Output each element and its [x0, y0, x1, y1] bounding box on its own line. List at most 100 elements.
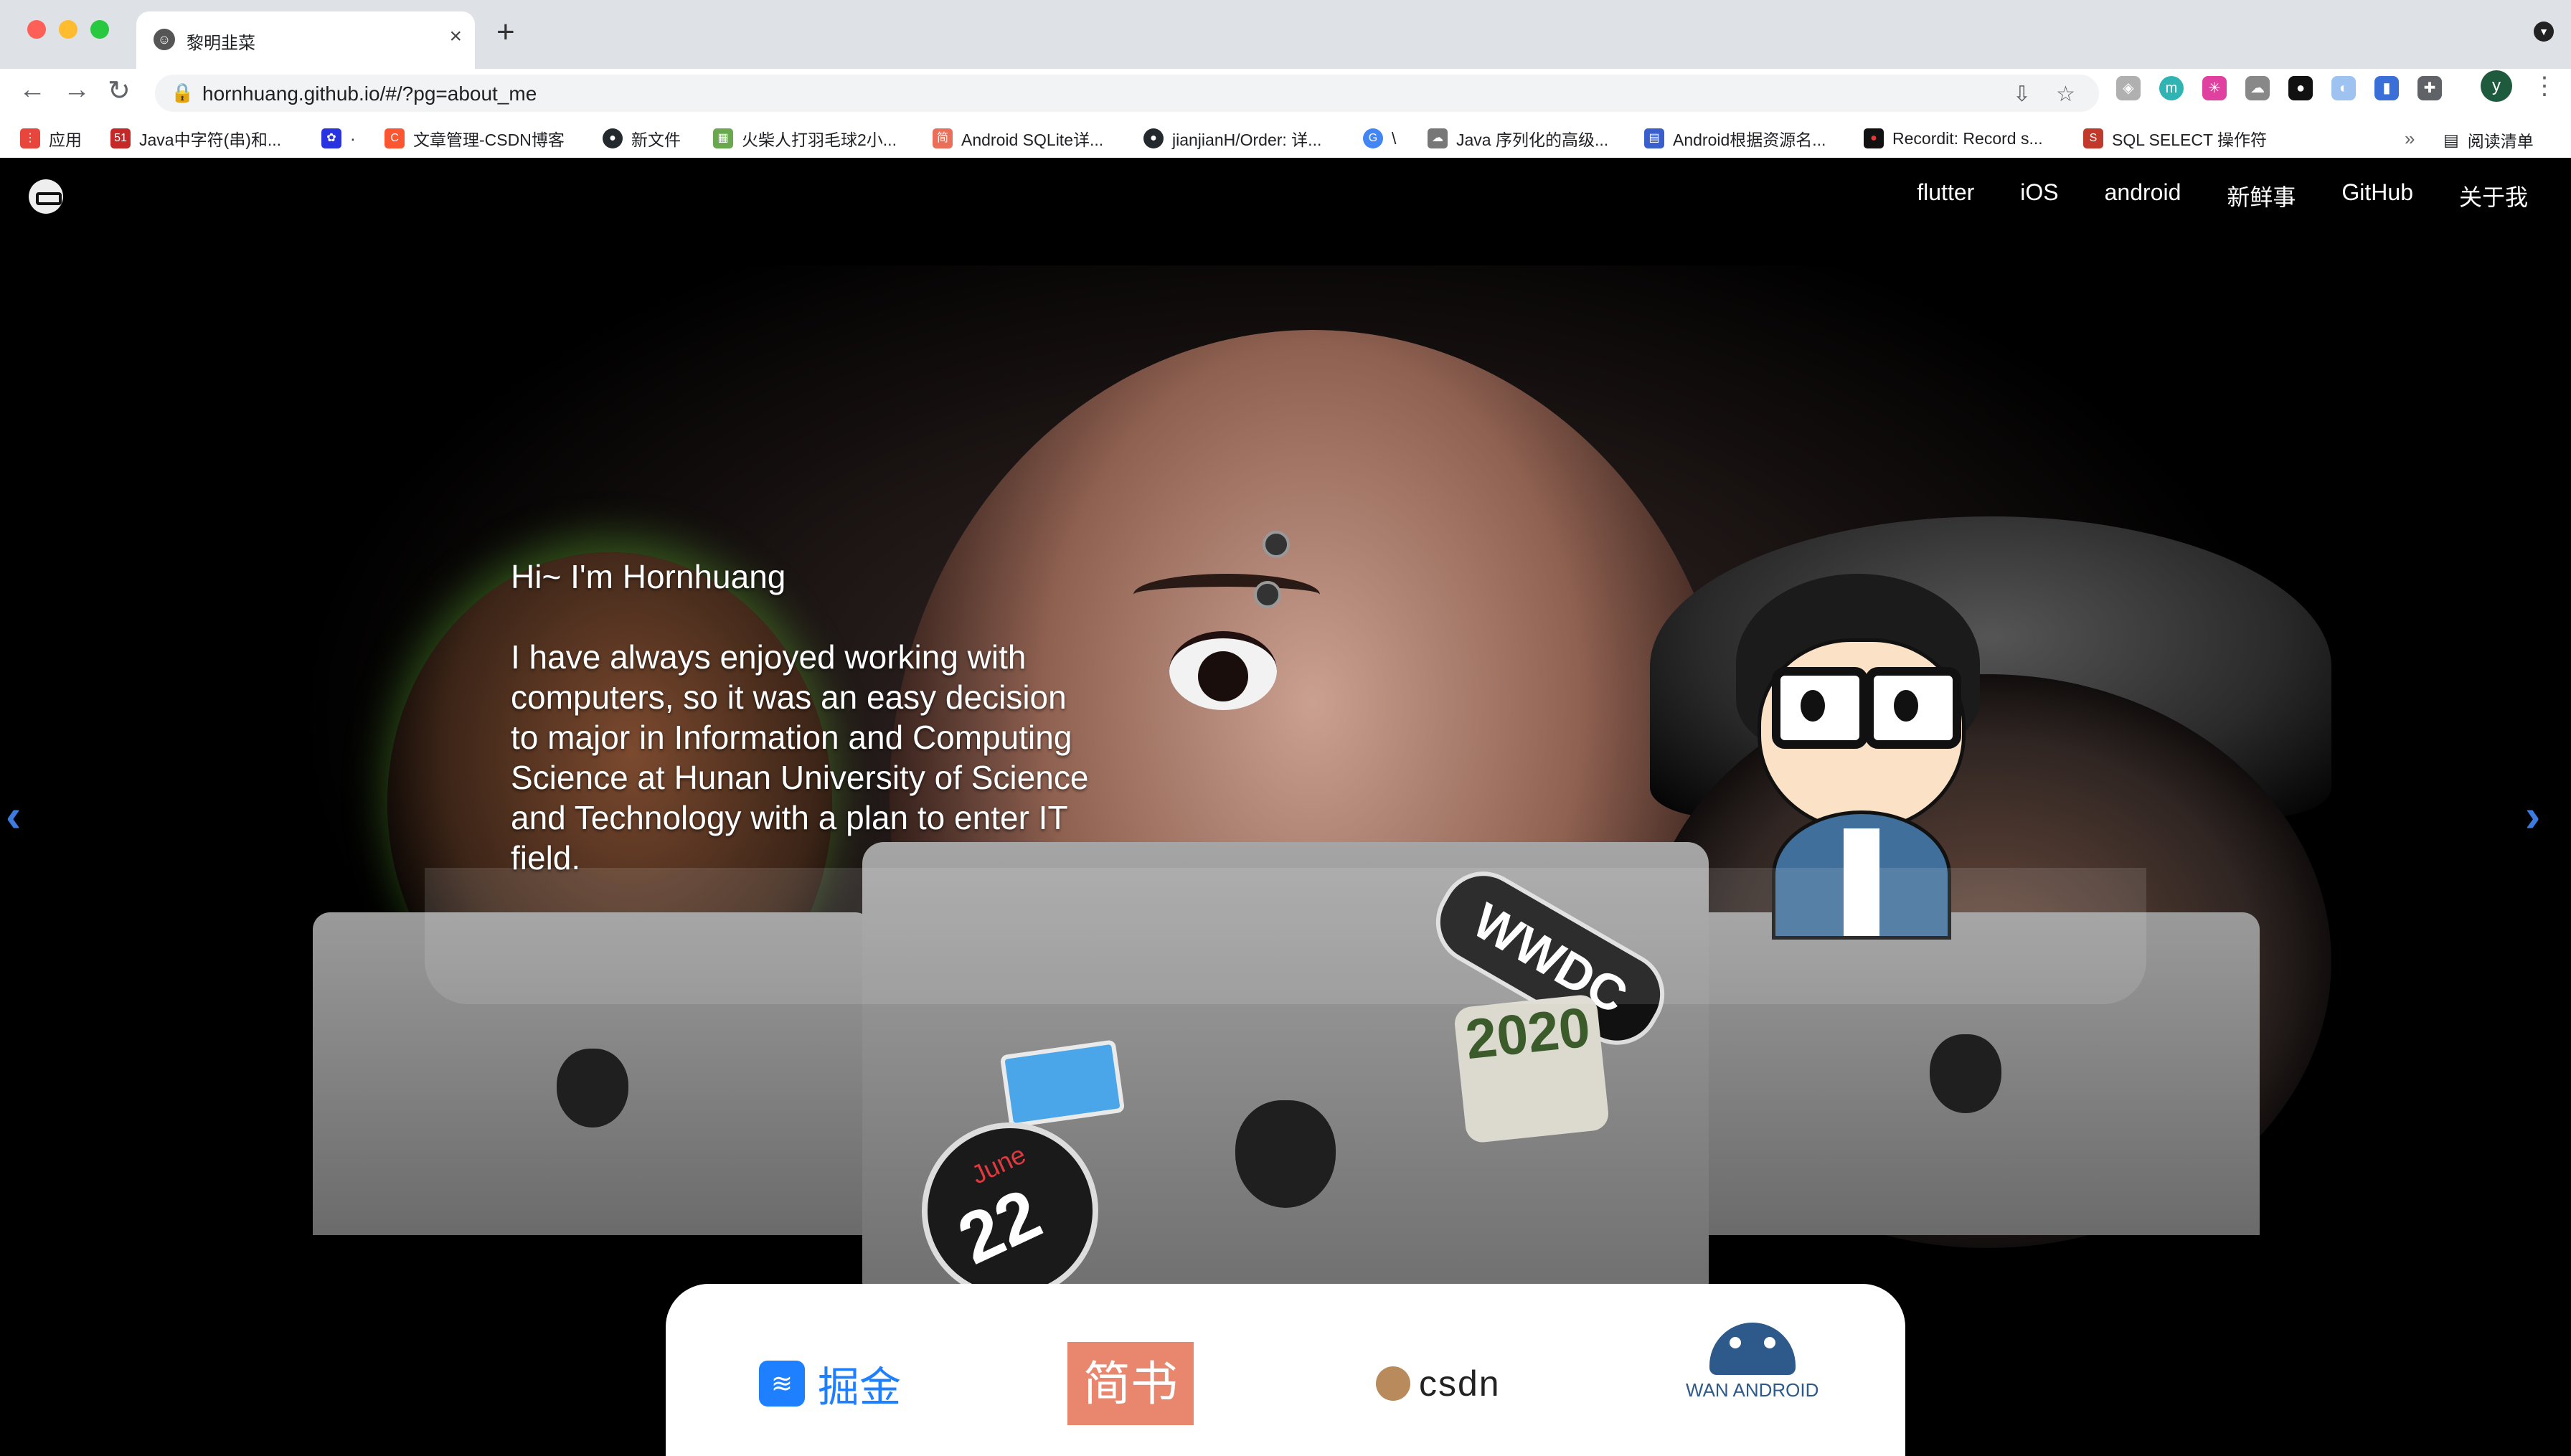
- doc-icon: ▤: [1644, 128, 1664, 148]
- nav-about-me[interactable]: 关于我: [2459, 179, 2528, 212]
- window-maximize-button[interactable]: [90, 20, 109, 39]
- avatar-eye: [1894, 690, 1918, 722]
- game-icon: ▦: [713, 128, 733, 148]
- url-text[interactable]: hornhuang.github.io/#/?pg=about_me: [202, 82, 537, 105]
- memoji-eyebrow: [1133, 574, 1320, 615]
- nav-github[interactable]: GitHub: [2341, 179, 2413, 212]
- june-22-sticker: June 22: [922, 1122, 1098, 1299]
- memoji-pupil: [1198, 651, 1248, 701]
- nav-android[interactable]: android: [2105, 179, 2181, 212]
- window-minimize-button[interactable]: [59, 20, 77, 39]
- github-icon: ●: [1143, 128, 1164, 148]
- forward-arrow-icon[interactable]: →: [63, 75, 90, 105]
- wan-android-label: WAN ANDROID: [1686, 1379, 1819, 1401]
- reading-list-icon: ▤: [2443, 130, 2459, 149]
- text-panel: [425, 868, 2146, 1004]
- tab-title: 黎明韭菜: [187, 34, 255, 53]
- bookmark-item[interactable]: ✿ ·: [321, 128, 356, 149]
- avatar-favicon-icon: ☺: [154, 29, 175, 50]
- install-app-icon[interactable]: ⇩: [2013, 82, 2031, 107]
- cloud-extension-icon[interactable]: ☁: [2245, 76, 2270, 100]
- address-bar[interactable]: 🔒 hornhuang.github.io/#/?pg=about_me ⇩ ☆: [155, 75, 2099, 112]
- apple-logo-icon: [557, 1049, 628, 1128]
- google-icon: G: [1363, 128, 1383, 148]
- greeting-heading: Hi~ I'm Hornhuang: [511, 558, 786, 595]
- jianshu-logo: 简书: [1067, 1342, 1194, 1425]
- apple-logo-icon: [1235, 1100, 1336, 1208]
- wan-android-link[interactable]: WAN ANDROID: [1686, 1323, 1818, 1401]
- about-me-text: Hi~ I'm Hornhuang I have always enjoyed …: [511, 557, 1099, 878]
- chart-extension-icon[interactable]: ▮: [2374, 76, 2399, 100]
- csdn-label: csdn: [1419, 1363, 1501, 1404]
- juejin-link[interactable]: ≋ 掘金: [759, 1344, 901, 1423]
- tab-search-icon[interactable]: ▼: [2534, 22, 2554, 42]
- browser-tab[interactable]: ☺ 黎明韭菜 ×: [136, 11, 475, 69]
- bookmark-item[interactable]: 51 Java中字符(串)和...: [110, 128, 281, 149]
- csdn-monkey-icon: [1376, 1366, 1410, 1401]
- jianshu-icon: 简: [933, 128, 953, 148]
- carousel-next-icon[interactable]: ›: [2525, 789, 2540, 842]
- android-head-icon: [1709, 1323, 1796, 1375]
- github-icon: ●: [603, 128, 623, 148]
- nav-ios[interactable]: iOS: [2020, 179, 2058, 212]
- bookmark-item[interactable]: ● jianjianH/Order: 详...: [1143, 128, 1321, 149]
- web-page: WWDC 2020 June 22 Hi~ I'm Hornhuang I ha…: [0, 158, 2571, 1456]
- juejin-icon: ≋: [759, 1361, 805, 1407]
- sparkle-extension-icon[interactable]: ✳: [2202, 76, 2227, 100]
- glasses-extension-icon[interactable]: ●: [2288, 76, 2313, 100]
- tab-close-icon[interactable]: ×: [449, 24, 462, 49]
- platform-links-card: ≋ 掘金 简书 csdn WAN ANDROID: [666, 1284, 1905, 1456]
- bookmark-item[interactable]: ▤ Android根据资源名...: [1644, 128, 1826, 149]
- browser-chrome: ☺ 黎明韭菜 × + ▼ ← → ↻ 🔒 hornhuang.github.io…: [0, 0, 2571, 159]
- jianshu-link[interactable]: 简书: [1067, 1342, 1194, 1425]
- avatar-glasses-left: [1772, 667, 1868, 749]
- csdn-link[interactable]: csdn: [1376, 1344, 1501, 1423]
- bookmark-item[interactable]: ● 新文件: [603, 128, 681, 149]
- bookmark-item[interactable]: ☁ Java 序列化的高级...: [1428, 128, 1608, 149]
- memoji-piercing: [1263, 531, 1290, 558]
- menu-dots-icon[interactable]: ⋮: [2532, 72, 2557, 100]
- shield-extension-icon[interactable]: ◈: [2116, 76, 2141, 100]
- lock-icon[interactable]: 🔒: [171, 82, 194, 104]
- tab-strip: ☺ 黎明韭菜 × + ▼: [0, 0, 2571, 69]
- profile-avatar[interactable]: y: [2481, 70, 2512, 102]
- 51cto-icon: 51: [110, 128, 131, 148]
- avatar-eye: [1801, 690, 1825, 722]
- new-tab-button[interactable]: +: [496, 14, 515, 50]
- translate-extension-icon[interactable]: ◐: [2331, 76, 2356, 100]
- toolbar: ← → ↻ 🔒 hornhuang.github.io/#/?pg=about_…: [0, 69, 2571, 118]
- juejin-label: 掘金: [818, 1364, 902, 1411]
- record-icon: ●: [1864, 128, 1884, 148]
- site-nav: flutter iOS android 新鲜事 GitHub 关于我: [1917, 179, 2528, 212]
- bio-paragraph: I have always enjoyed working with compu…: [511, 638, 1089, 876]
- apps-grid-icon: ⋮: [20, 128, 40, 148]
- carousel-prev-icon[interactable]: ‹: [6, 789, 21, 842]
- w3-icon: S: [2083, 128, 2103, 148]
- avatar-glasses-right: [1865, 667, 1961, 749]
- window-close-button[interactable]: [27, 20, 46, 39]
- bookmarks-bar: ⋮ 应用 51 Java中字符(串)和... ✿ · C 文章管理-CSDN博客 ● 新文…: [0, 118, 2571, 159]
- bookmark-item[interactable]: G \: [1363, 128, 1396, 149]
- bookmark-item[interactable]: S SQL SELECT 操作符: [2083, 128, 2267, 149]
- bookmark-star-icon[interactable]: ☆: [2056, 82, 2075, 107]
- year-2020-sticker: 2020: [1453, 993, 1610, 1144]
- back-arrow-icon[interactable]: ←: [19, 75, 46, 105]
- reload-icon[interactable]: ↻: [108, 75, 131, 107]
- bookmark-item[interactable]: ⋮ 应用: [20, 128, 82, 149]
- bookmarks-more-button[interactable]: »: [2405, 128, 2415, 150]
- csdn-c-icon: C: [385, 128, 405, 148]
- bookmark-item[interactable]: C 文章管理-CSDN博客: [385, 128, 565, 149]
- baidu-icon: ✿: [321, 128, 341, 148]
- m-extension-icon[interactable]: m: [2159, 76, 2184, 100]
- bookmark-item[interactable]: 简 Android SQLite详...: [933, 128, 1103, 149]
- nav-flutter[interactable]: flutter: [1917, 179, 1974, 212]
- bookmark-item[interactable]: ● Recordit: Record s...: [1864, 128, 2043, 149]
- bookmark-item[interactable]: ▦ 火柴人打羽毛球2小...: [713, 128, 897, 149]
- puzzle-extensions-icon[interactable]: ✚: [2417, 76, 2442, 100]
- cloud-icon: ☁: [1428, 128, 1448, 148]
- nav-news[interactable]: 新鲜事: [2227, 179, 2296, 212]
- apple-logo-icon: [1930, 1034, 2001, 1113]
- site-logo-avatar[interactable]: [29, 179, 63, 214]
- memoji-eye: [1169, 631, 1277, 710]
- reading-list-button[interactable]: ▤ 阅读清单: [2443, 128, 2534, 152]
